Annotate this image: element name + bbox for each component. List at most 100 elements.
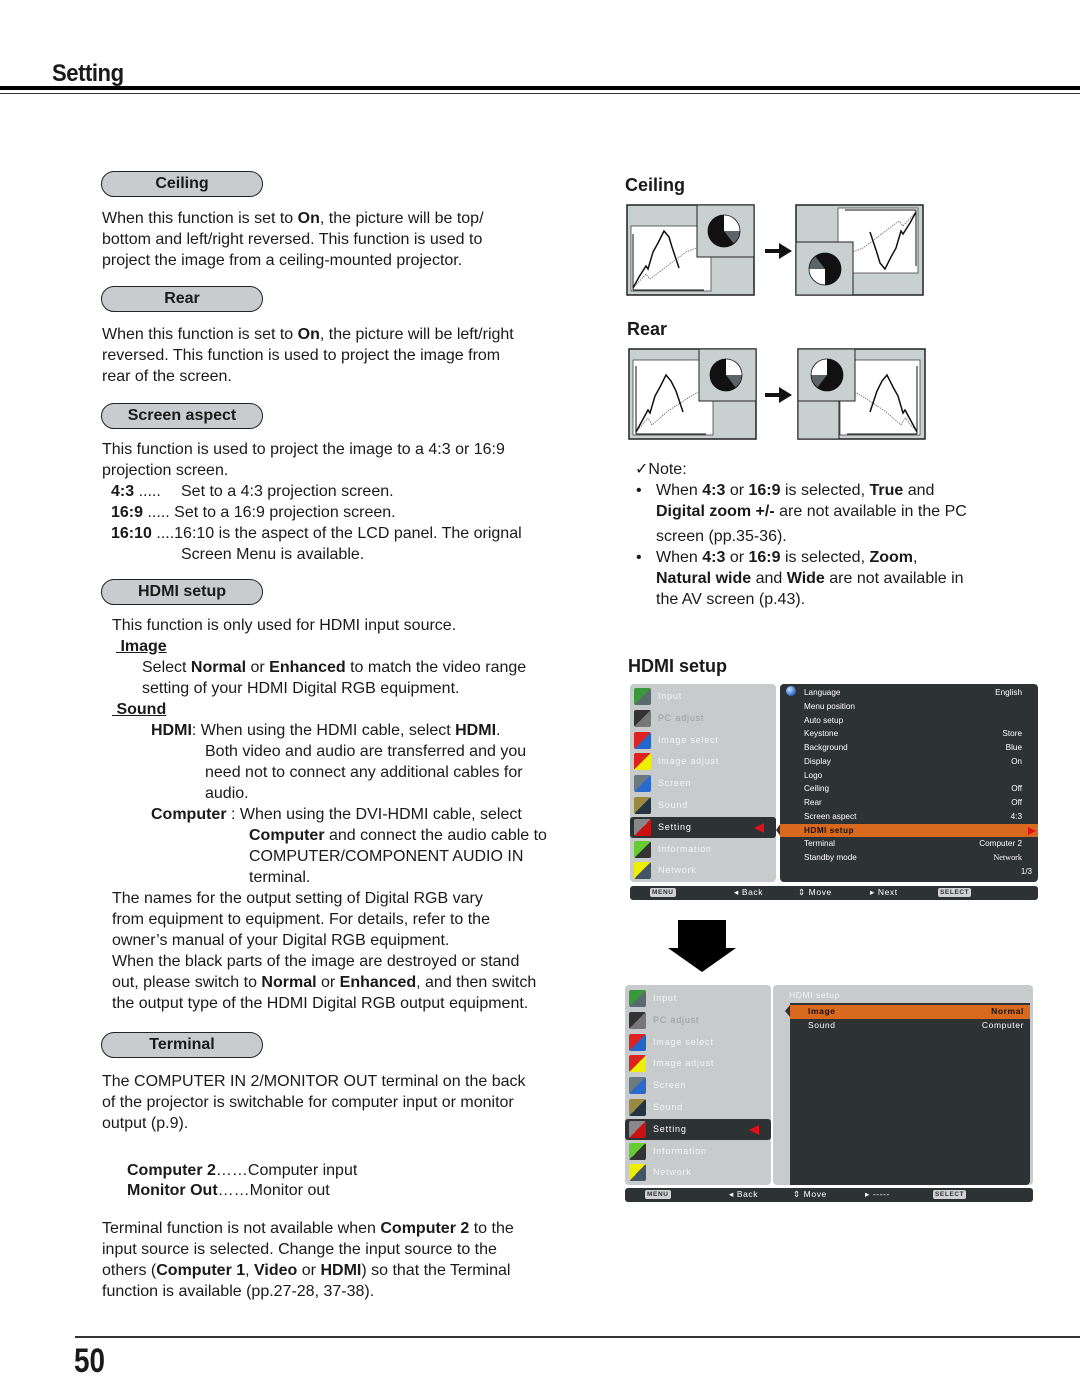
submenu-row-rear[interactable]: Rear Off [780, 796, 1038, 810]
submenu-row-menu-position[interactable]: Menu position [780, 700, 1038, 714]
submenu-row-sound[interactable]: Sound Computer [790, 1019, 1030, 1033]
submenu-row-label: Display [804, 756, 831, 766]
arrow-right-icon [765, 387, 792, 403]
submenu-row-display[interactable]: Display On [780, 755, 1038, 769]
submenu-row-screen-aspect[interactable]: Screen aspect 4:3 [780, 810, 1038, 824]
submenu-row-auto-setup[interactable]: Auto setup [780, 714, 1038, 728]
submenu-row-keystone[interactable]: Keystone Store [780, 727, 1038, 741]
menu-item-setting[interactable]: Setting [625, 1118, 771, 1140]
setting-menu-screenshot: Input PC adjust Image select Image adjust Sc… [630, 684, 1038, 902]
submenu-row-logo[interactable]: Logo [780, 769, 1038, 783]
section-pill-terminal: Terminal [101, 1032, 263, 1058]
menu-item-sound[interactable]: Sound [625, 1097, 771, 1118]
menu-item-screen[interactable]: Screen [630, 773, 776, 794]
terminal-options: Computer 2……Computer input Monitor Out……… [127, 1161, 357, 1201]
submenu-row-label: Logo [804, 770, 823, 780]
aspect-option: 4:3 ..... Set to a 4:3 projection screen. [111, 483, 394, 500]
hdmi-submenu-frame: HDMI setup Image Normal Sound Computer [773, 985, 1033, 1185]
menu-item-network[interactable]: Network [625, 1162, 771, 1183]
selection-arrow-icon [749, 1124, 759, 1135]
arrow-down-icon [668, 920, 738, 977]
terminal-description: The COMPUTER IN 2/MONITOR OUT terminal o… [102, 1073, 526, 1132]
menu-item-input[interactable]: Input [630, 686, 776, 707]
menu-item-image-adjust[interactable]: Image adjust [630, 751, 776, 772]
submenu-row-value: Off [1011, 798, 1022, 807]
submenu-row-language[interactable]: Language English [780, 686, 1038, 700]
page-title: Setting [52, 60, 124, 87]
menu-item-image-select[interactable]: Image select [630, 730, 776, 751]
submenu-row-label: Sound [808, 1020, 836, 1030]
screen-before-icon [626, 204, 755, 296]
menu-item-label: Sound [658, 800, 689, 810]
menu-item-label: Information [653, 1145, 707, 1156]
note-list: • When 4:3 or 16:9 is selected, True and… [636, 480, 1036, 610]
menu-item-sound[interactable]: Sound [630, 795, 776, 816]
image-adjust-icon [634, 753, 651, 771]
note-bullet: • When 4:3 or 16:9 is selected, True and… [636, 482, 967, 545]
menu-item-label: Image select [658, 734, 719, 745]
submenu-row-label: Keystone [804, 729, 839, 739]
menu-item-network[interactable]: Network [630, 860, 776, 881]
screen-aspect-options: 4:3 ..... Set to a 4:3 projection screen.… [111, 481, 581, 565]
submenu-row-label: Menu position [804, 701, 855, 711]
select-hint: SELECT Next [938, 887, 972, 897]
submenu-row-terminal[interactable]: Terminal Computer 2 [780, 837, 1038, 851]
section-pill-hdmi-setup: HDMI setup [101, 579, 263, 605]
menu-item-label: Input [653, 993, 678, 1003]
image-select-icon [634, 731, 651, 749]
hdmi-submenu: Image Normal Sound Computer [785, 1003, 1030, 1185]
menu-item-pc-adjust[interactable]: PC adjust [630, 708, 776, 729]
menu-item-image-select[interactable]: Image select [625, 1032, 771, 1053]
pc-adjust-icon [634, 709, 651, 727]
submenu-row-hdmi-setup[interactable]: HDMI setup [780, 823, 1038, 838]
aspect-option: 16:9 ..... Set to a 16:9 projection scre… [111, 504, 396, 521]
image-select-icon [629, 1033, 646, 1051]
submenu-row-value: Off [1011, 784, 1022, 794]
menu-item-label: Image select [653, 1036, 714, 1047]
menu-item-setting[interactable]: Setting [630, 816, 776, 838]
screen-icon [629, 1077, 646, 1095]
menu-item-label: Setting [658, 821, 692, 832]
arrow-right-icon [765, 243, 792, 259]
submenu-row-ceiling[interactable]: Ceiling Off [780, 782, 1038, 796]
menu-item-label: Information [658, 843, 712, 854]
menu-item-label: Screen [658, 778, 692, 789]
page-indicator: 1/3 [1020, 867, 1032, 876]
submenu-row-standby-mode[interactable]: Standby mode Network [780, 851, 1038, 865]
submenu-row-label: Ceiling [804, 784, 830, 794]
menu-help-bar: MENU Exit ◂ Back ⇕ Move ▸ ----- SELECT Next [625, 1188, 1033, 1202]
input-icon [634, 688, 651, 705]
submenu-row-value: 4:3 [1010, 811, 1022, 821]
submenu-row-label: Auto setup [804, 715, 844, 725]
section-pill-rear: Rear [101, 286, 263, 312]
main-menu: Input PC adjust Image select Image adjust Sc… [630, 684, 776, 882]
network-icon [629, 1164, 646, 1182]
information-icon [634, 840, 651, 858]
submenu-row-label: Image [808, 1006, 836, 1016]
menu-item-pc-adjust[interactable]: PC adjust [625, 1010, 771, 1031]
note-bullet: • When 4:3 or 16:9 is selected, Zoom, Na… [636, 549, 964, 608]
menu-item-label: Network [653, 1167, 692, 1178]
pc-adjust-icon [629, 1011, 646, 1029]
main-menu: Input PC adjust Image select Image adjust Sc… [625, 985, 771, 1185]
submenu-row-image[interactable]: Image Normal [790, 1005, 1030, 1019]
network-icon [634, 862, 651, 880]
selection-arrow-icon [754, 822, 764, 833]
menu-item-label: Network [658, 865, 697, 876]
rear-description: When this function is set to On, the pic… [102, 326, 514, 385]
submenu-row-value: On [1011, 756, 1022, 766]
image-adjust-icon [629, 1055, 646, 1073]
submenu-row-value: Normal [991, 1006, 1024, 1016]
submenu-row-value: Computer 2 [979, 839, 1022, 849]
move-hint: ⇕ Move [793, 1189, 827, 1199]
menu-item-image-adjust[interactable]: Image adjust [625, 1053, 771, 1074]
submenu-row-label: Rear [804, 798, 822, 807]
setting-submenu: Language English Menu position Auto setup Ke… [776, 684, 1038, 882]
menu-item-screen[interactable]: Screen [625, 1075, 771, 1096]
submenu-row-background[interactable]: Background Blue [780, 741, 1038, 755]
menu-item-label: PC adjust [658, 712, 705, 723]
menu-item-information[interactable]: Information [630, 839, 776, 860]
menu-item-label: Image adjust [658, 756, 720, 767]
menu-item-information[interactable]: Information [625, 1141, 771, 1162]
menu-item-input[interactable]: Input [625, 988, 771, 1009]
